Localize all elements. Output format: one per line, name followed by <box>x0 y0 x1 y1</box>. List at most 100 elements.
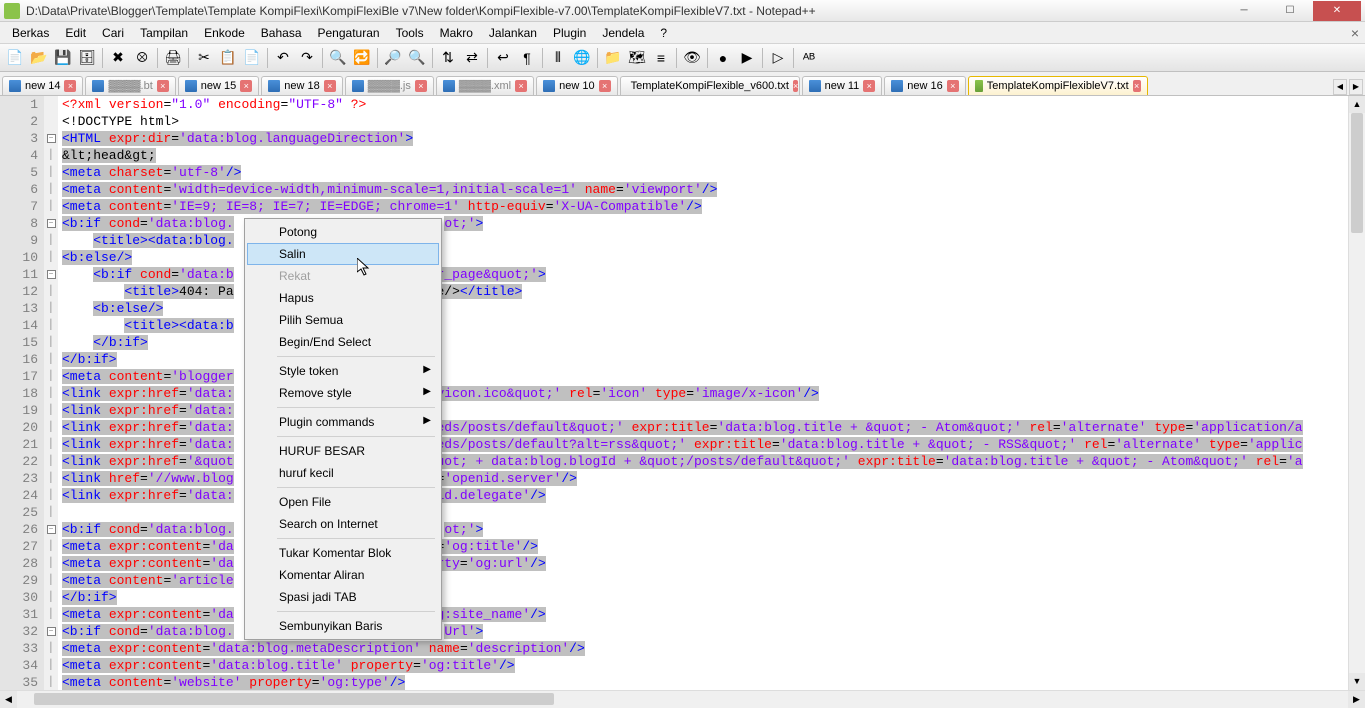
menu-enkode[interactable]: Enkode <box>196 24 253 42</box>
scroll-right-icon[interactable]: ▶ <box>1348 691 1365 708</box>
redo-button[interactable]: ↷ <box>296 47 318 69</box>
code-line[interactable]: <meta content='IE=9; IE=8; IE=7; IE=EDGE… <box>58 198 1348 215</box>
spell-check-button[interactable]: ᴬᴮ <box>798 47 820 69</box>
scroll-thumb-v[interactable] <box>1351 113 1363 233</box>
print-button[interactable]: 🖨 <box>162 47 184 69</box>
minimize-button[interactable]: ─ <box>1221 1 1267 21</box>
paste-button[interactable]: 📄 <box>241 47 263 69</box>
new-file-button[interactable]: 📄 <box>4 47 26 69</box>
tab-close-icon[interactable]: × <box>863 80 875 92</box>
zoom-in-button[interactable]: 🔎 <box>382 47 404 69</box>
ctx-potong[interactable]: Potong <box>247 221 439 243</box>
code-line[interactable]: &lt;head&gt; <box>58 147 1348 164</box>
menu-?[interactable]: ? <box>652 24 675 42</box>
menu-edit[interactable]: Edit <box>57 24 94 42</box>
scroll-thumb-h[interactable] <box>34 693 554 705</box>
open-file-button[interactable]: 📂 <box>28 47 50 69</box>
indent-guide-button[interactable]: ⦀ <box>547 47 569 69</box>
scroll-left-icon[interactable]: ◀ <box>0 691 17 708</box>
ctx-remove-style[interactable]: Remove style▶ <box>247 382 439 404</box>
tab[interactable]: new 11× <box>802 76 883 95</box>
menu-jalankan[interactable]: Jalankan <box>481 24 545 42</box>
ctx-salin[interactable]: Salin <box>247 243 439 265</box>
maximize-button[interactable]: ☐ <box>1267 1 1313 21</box>
tab-close-icon[interactable]: × <box>415 80 427 92</box>
tab-close-icon[interactable]: × <box>324 80 336 92</box>
menu-plugin[interactable]: Plugin <box>545 24 594 42</box>
close-button[interactable]: ✕ <box>1313 1 1361 21</box>
monitor-button[interactable]: 👁 <box>681 47 703 69</box>
tab[interactable]: new 16× <box>884 76 965 95</box>
ctx-sembunyikan-baris[interactable]: Sembunyikan Baris <box>247 615 439 637</box>
tab-close-icon[interactable]: × <box>599 80 611 92</box>
tab[interactable]: new 15× <box>178 76 259 95</box>
tab-close-icon[interactable]: × <box>64 80 76 92</box>
tab-next-button[interactable]: ▶ <box>1349 79 1363 95</box>
ctx-komentar-aliran[interactable]: Komentar Aliran <box>247 564 439 586</box>
fold-marker[interactable]: − <box>44 215 58 232</box>
zoom-out-button[interactable]: 🔍 <box>406 47 428 69</box>
sync-h-button[interactable]: ⇄ <box>461 47 483 69</box>
ctx-search-on-internet[interactable]: Search on Internet <box>247 513 439 535</box>
ctx-huruf-kecil[interactable]: huruf kecil <box>247 462 439 484</box>
menu-tools[interactable]: Tools <box>388 24 432 42</box>
code-line[interactable]: <?xml version="1.0" encoding="UTF-8" ?> <box>58 96 1348 113</box>
tab[interactable]: TemplateKompiFlexibleV7.txt× <box>968 76 1148 95</box>
save-button[interactable]: 💾 <box>52 47 74 69</box>
code-line[interactable]: <meta content='website' property='og:typ… <box>58 674 1348 690</box>
ctx-plugin-commands[interactable]: Plugin commands▶ <box>247 411 439 433</box>
ctx-begin-end-select[interactable]: Begin/End Select <box>247 331 439 353</box>
ctx-spasi-jadi-tab[interactable]: Spasi jadi TAB <box>247 586 439 608</box>
menu-bahasa[interactable]: Bahasa <box>253 24 310 42</box>
tab-close-icon[interactable]: × <box>947 80 959 92</box>
tab[interactable]: new 14× <box>2 76 83 95</box>
find-button[interactable]: 🔍 <box>327 47 349 69</box>
tab-close-icon[interactable]: × <box>1133 80 1141 92</box>
code-line[interactable]: <meta expr:content='data:blog.title' pro… <box>58 657 1348 674</box>
run-button[interactable]: ▷ <box>767 47 789 69</box>
func-list-button[interactable]: ≡ <box>650 47 672 69</box>
fold-marker[interactable]: − <box>44 521 58 538</box>
ctx-hapus[interactable]: Hapus <box>247 287 439 309</box>
replace-button[interactable]: 🔁 <box>351 47 373 69</box>
sync-v-button[interactable]: ⇅ <box>437 47 459 69</box>
copy-button[interactable]: 📋 <box>217 47 239 69</box>
lang-button[interactable]: 🌐 <box>571 47 593 69</box>
ctx-open-file[interactable]: Open File <box>247 491 439 513</box>
close-button[interactable]: ✖ <box>107 47 129 69</box>
tab-close-icon[interactable]: × <box>793 80 798 92</box>
tab-prev-button[interactable]: ◀ <box>1333 79 1347 95</box>
close-all-button[interactable]: ⮾ <box>131 47 153 69</box>
fold-marker[interactable]: − <box>44 266 58 283</box>
vertical-scrollbar[interactable]: ▲ ▼ <box>1348 96 1365 690</box>
menu-tampilan[interactable]: Tampilan <box>132 24 196 42</box>
play-button[interactable]: ▶ <box>736 47 758 69</box>
fold-marker[interactable]: − <box>44 623 58 640</box>
word-wrap-button[interactable]: ↩ <box>492 47 514 69</box>
tab-close-icon[interactable]: × <box>240 80 252 92</box>
record-button[interactable]: ● <box>712 47 734 69</box>
tab[interactable]: ▓▓▓▓.xml× <box>436 76 534 95</box>
folder-button[interactable]: 📁 <box>602 47 624 69</box>
ctx-tukar-komentar-blok[interactable]: Tukar Komentar Blok <box>247 542 439 564</box>
cut-button[interactable]: ✂ <box>193 47 215 69</box>
code-line[interactable]: <meta content='width=device-width,minimu… <box>58 181 1348 198</box>
horizontal-scrollbar[interactable]: ◀ ▶ <box>0 690 1365 707</box>
tab[interactable]: new 18× <box>261 76 342 95</box>
tab-close-icon[interactable]: × <box>515 80 527 92</box>
tab[interactable]: ▓▓▓▓.js× <box>345 76 434 95</box>
code-line[interactable]: <HTML expr:dir='data:blog.languageDirect… <box>58 130 1348 147</box>
menu-makro[interactable]: Makro <box>432 24 481 42</box>
tab[interactable]: TemplateKompiFlexible_v600.txt× <box>620 76 800 95</box>
code-line[interactable]: <meta expr:content='data:blog.metaDescri… <box>58 640 1348 657</box>
show-chars-button[interactable]: ¶ <box>516 47 538 69</box>
ctx-huruf-besar[interactable]: HURUF BESAR <box>247 440 439 462</box>
code-line[interactable]: <!DOCTYPE html> <box>58 113 1348 130</box>
menu-pengaturan[interactable]: Pengaturan <box>310 24 388 42</box>
tab[interactable]: new 10× <box>536 76 617 95</box>
menu-jendela[interactable]: Jendela <box>594 24 652 42</box>
tab[interactable]: ▓▓▓▓.bt× <box>85 76 175 95</box>
menu-cari[interactable]: Cari <box>94 24 132 42</box>
menu-berkas[interactable]: Berkas <box>4 24 57 42</box>
menubar-close-icon[interactable]: × <box>1351 25 1359 41</box>
